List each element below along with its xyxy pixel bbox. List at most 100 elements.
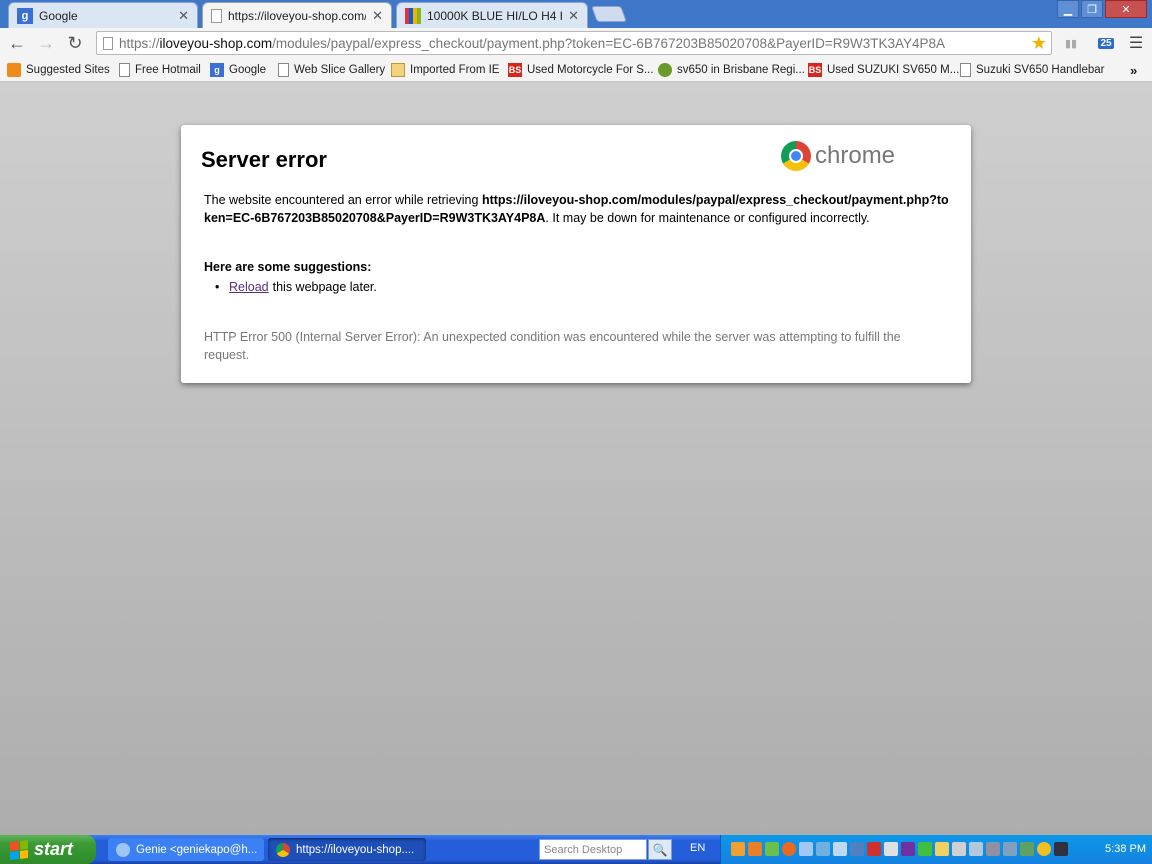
search-icon: 🔍 xyxy=(652,842,668,857)
tray-app-icon[interactable] xyxy=(782,842,796,856)
bookmark-sv650-brisbane[interactable]: sv650 in Brisbane Regi... xyxy=(658,61,805,79)
restore-button[interactable]: ❐ xyxy=(1081,0,1103,18)
tray-app-icon[interactable] xyxy=(833,842,847,856)
close-window-button[interactable]: ✕ xyxy=(1105,0,1147,18)
new-tab-button[interactable] xyxy=(591,6,627,22)
url-host: iloveyou-shop.com xyxy=(159,35,273,51)
error-title: Server error xyxy=(201,147,327,172)
taskbar-item-label: Genie <geniekapo@h... xyxy=(136,843,258,856)
address-bar[interactable]: https://iloveyou-shop.com/modules/paypal… xyxy=(96,31,1052,55)
bookmark-label: Used SUZUKI SV650 M... xyxy=(827,64,960,76)
bookmark-used-motorcycle[interactable]: BS Used Motorcycle For S... xyxy=(508,61,654,79)
suggestions-heading: Here are some suggestions: xyxy=(204,260,372,274)
ebay-extension-icon[interactable]: 25 xyxy=(1092,33,1120,53)
suggestion-item: • Reload this webpage later. xyxy=(215,280,377,294)
page-icon xyxy=(211,9,222,23)
tab-google[interactable]: g Google ✕ xyxy=(8,2,198,28)
tray-app-icon[interactable] xyxy=(986,842,1000,856)
bookmark-label: Web Slice Gallery xyxy=(294,64,386,76)
gumtree-icon xyxy=(658,63,672,77)
network-signal-icon[interactable] xyxy=(918,842,932,856)
tab-ebay[interactable]: 10000K BLUE HI/LO H4 HID/ ✕ xyxy=(396,2,588,28)
tray-app-icon[interactable] xyxy=(799,842,813,856)
windows-logo-icon xyxy=(10,839,28,860)
url-scheme: https:// xyxy=(119,35,160,51)
tab-current[interactable]: https://iloveyou-shop.com/m ✕ xyxy=(202,2,392,29)
bookmarks-overflow-button[interactable]: » xyxy=(1130,61,1137,79)
bookmark-star-icon[interactable]: ★ xyxy=(1031,33,1047,54)
volume-icon[interactable] xyxy=(884,842,898,856)
suggestion-text: this webpage later. xyxy=(272,280,377,294)
tray-app-icon[interactable] xyxy=(1037,842,1051,856)
bookmark-web-slice-gallery[interactable]: Web Slice Gallery xyxy=(278,61,385,79)
chrome-logo-icon xyxy=(781,141,811,171)
page-icon xyxy=(960,63,971,77)
tray-app-icon[interactable] xyxy=(867,842,881,856)
taskbar-item-email[interactable]: Genie <geniekapo@h... xyxy=(108,838,264,861)
taskbar-item-label: https://iloveyou-shop.... xyxy=(296,843,415,856)
tray-app-icon[interactable] xyxy=(731,842,745,856)
language-indicator[interactable]: EN xyxy=(690,842,705,854)
suggested-icon xyxy=(7,63,21,77)
bookmark-label: Suggested Sites xyxy=(26,64,110,76)
search-button[interactable]: 🔍 xyxy=(648,839,672,860)
menu-icon[interactable]: ☰ xyxy=(1126,33,1146,53)
start-button[interactable]: start xyxy=(0,835,96,864)
tray-app-icon[interactable] xyxy=(1020,842,1034,856)
bookmark-label: Used Motorcycle For S... xyxy=(527,64,654,76)
error-message: The website encountered an error while r… xyxy=(204,191,954,227)
reload-link[interactable]: Reload xyxy=(229,280,269,294)
system-tray: 5:38 PM xyxy=(720,835,1152,864)
chrome-icon xyxy=(276,842,290,857)
page-icon xyxy=(278,63,289,77)
tray-app-icon[interactable] xyxy=(816,842,830,856)
tray-app-icon[interactable] xyxy=(1054,842,1068,856)
tab-title: Google xyxy=(39,8,78,23)
taskbar: start Genie <geniekapo@h... https://ilov… xyxy=(0,835,1152,864)
taskbar-item-chrome[interactable]: https://iloveyou-shop.... xyxy=(268,838,426,861)
page-viewport: Server error chrome The website encounte… xyxy=(0,83,1152,835)
chrome-logo: chrome xyxy=(781,141,895,171)
close-icon[interactable]: ✕ xyxy=(178,8,189,24)
google-g-icon: g xyxy=(17,7,33,24)
bookmark-used-suzuki[interactable]: BS Used SUZUKI SV650 M... xyxy=(808,61,959,79)
tray-app-icon[interactable] xyxy=(952,842,966,856)
tray-app-icon[interactable] xyxy=(850,842,864,856)
minimize-button[interactable]: ▁ xyxy=(1057,0,1079,18)
bookmark-label: Imported From IE xyxy=(410,64,500,76)
bullet: • xyxy=(215,280,220,294)
back-arrow-icon: ← xyxy=(8,32,26,53)
reload-button[interactable]: ↻ xyxy=(64,32,86,54)
tray-app-icon[interactable] xyxy=(969,842,983,856)
bookmark-imported-from-ie[interactable]: Imported From IE xyxy=(391,61,499,79)
url-path: /modules/paypal/express_checkout/payment… xyxy=(272,35,946,51)
bookmark-suggested-sites[interactable]: Suggested Sites xyxy=(7,61,110,79)
bikesales-icon: BS xyxy=(508,63,522,77)
restore-icon: ❐ xyxy=(1087,3,1097,16)
onenote-icon[interactable] xyxy=(901,842,915,856)
back-button[interactable]: ← xyxy=(6,32,28,54)
tray-app-icon[interactable] xyxy=(1003,842,1017,856)
error-message-prefix: The website encountered an error while r… xyxy=(204,193,482,207)
tray-app-icon[interactable] xyxy=(765,842,779,856)
tray-app-icon[interactable] xyxy=(748,842,762,856)
signal-bars-icon[interactable]: ▮▮ xyxy=(1062,33,1080,53)
forward-button[interactable]: → xyxy=(35,32,57,54)
reload-icon: ↻ xyxy=(67,32,83,53)
clock: 5:38 PM xyxy=(1105,843,1146,855)
forward-arrow-icon: → xyxy=(37,32,55,53)
extension-badge: 25 xyxy=(1098,37,1114,49)
close-icon[interactable]: ✕ xyxy=(568,8,579,24)
close-icon: ✕ xyxy=(1121,3,1131,16)
minimize-icon: ▁ xyxy=(1063,3,1073,16)
tab-title: 10000K BLUE HI/LO H4 HID/ xyxy=(427,8,562,23)
bookmark-suzuki-handlebar[interactable]: Suzuki SV650 Handlebar xyxy=(960,61,1105,79)
bikesales-icon: BS xyxy=(808,63,822,77)
close-icon[interactable]: ✕ xyxy=(372,8,383,24)
google-g-icon: g xyxy=(210,63,224,77)
bookmark-google[interactable]: g Google xyxy=(210,61,266,79)
tray-app-icon[interactable] xyxy=(935,842,949,856)
page-icon xyxy=(103,37,113,50)
bookmark-free-hotmail[interactable]: Free Hotmail xyxy=(119,61,201,79)
desktop-search-input[interactable]: Search Desktop xyxy=(539,839,647,860)
